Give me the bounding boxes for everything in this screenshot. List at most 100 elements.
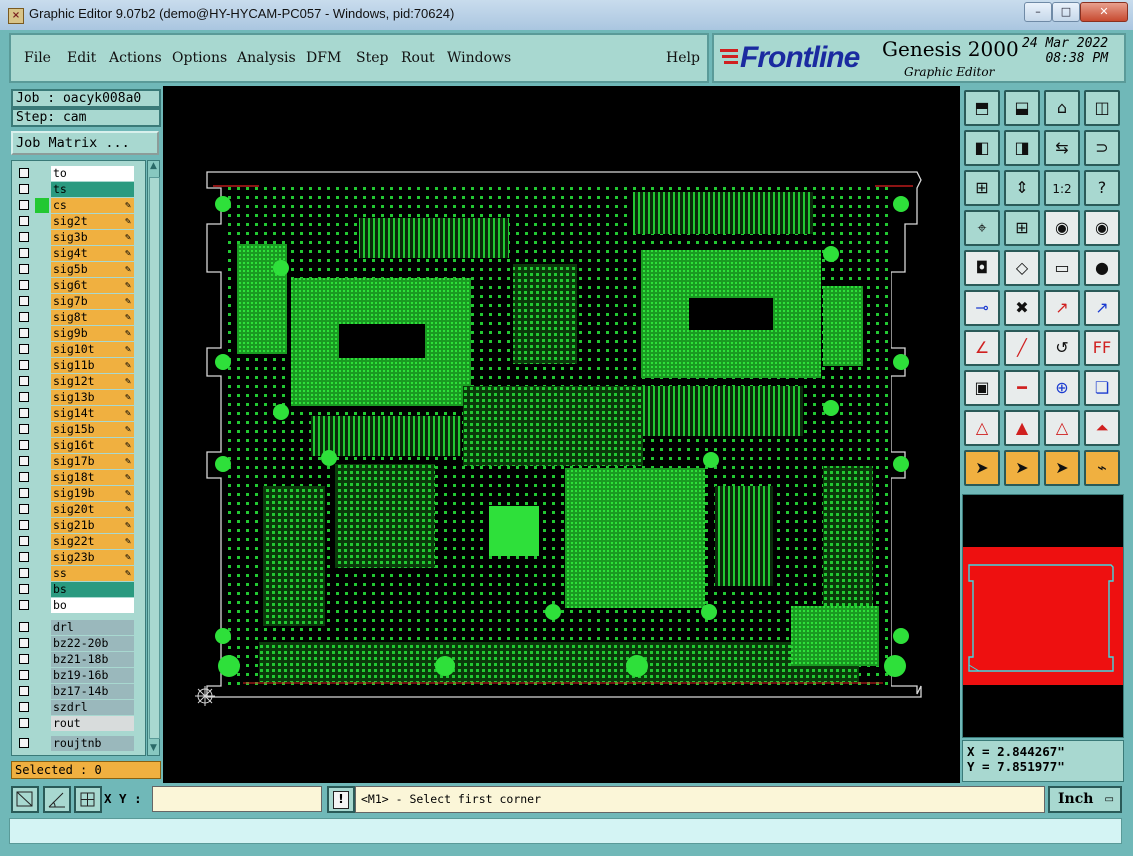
units-dropdown[interactable]: Inch ▭ <box>1048 786 1122 813</box>
line-red-dot-button[interactable]: ↗ <box>1044 290 1080 326</box>
layer-row[interactable]: sig19b ✎ <box>15 486 134 501</box>
layer-name[interactable]: sig8t ✎ <box>51 310 134 325</box>
select-feature-button[interactable]: ◘ <box>964 250 1000 286</box>
zoom-vertical-button[interactable]: ⇕ <box>1004 170 1040 206</box>
layer-checkbox[interactable] <box>19 638 29 648</box>
layer-row[interactable]: bs <box>15 582 134 597</box>
layer-affected-mark[interactable] <box>35 358 49 373</box>
layer-affected-mark[interactable] <box>35 374 49 389</box>
layer-checkbox[interactable] <box>19 264 29 274</box>
layer-checkbox[interactable] <box>19 654 29 664</box>
layer-name[interactable]: sig20t ✎ <box>51 502 134 517</box>
layer-row[interactable]: bz17-14b <box>15 684 134 699</box>
pan-left-button[interactable]: ◧ <box>964 130 1000 166</box>
layer-row[interactable]: sig13b ✎ <box>15 390 134 405</box>
net-right-button[interactable]: ◉ <box>1084 210 1120 246</box>
layer-name[interactable]: sig23b ✎ <box>51 550 134 565</box>
window-layout-button[interactable]: ◫ <box>1084 90 1120 126</box>
grid-view-button[interactable]: ⊞ <box>1004 210 1040 246</box>
layer-checkbox[interactable] <box>19 738 29 748</box>
layer-affected-mark[interactable] <box>35 566 49 581</box>
layer-row[interactable]: sig2t ✎ <box>15 214 134 229</box>
layer-row[interactable]: sig20t ✎ <box>15 502 134 517</box>
menu-rout[interactable]: Rout <box>401 50 435 66</box>
layer-name[interactable]: sig12t ✎ <box>51 374 134 389</box>
xy-input[interactable] <box>152 786 322 812</box>
layer-affected-mark[interactable] <box>35 582 49 597</box>
layer-affected-mark[interactable] <box>35 454 49 469</box>
layer-row[interactable]: sig14t ✎ <box>15 406 134 421</box>
layer-checkbox[interactable] <box>19 552 29 562</box>
layer-row[interactable]: sig15b ✎ <box>15 422 134 437</box>
menu-file[interactable]: File <box>24 50 51 66</box>
layer-row[interactable]: ts <box>15 182 134 197</box>
multi-pad-button[interactable]: ❏ <box>1084 370 1120 406</box>
layer-affected-mark[interactable] <box>35 390 49 405</box>
line-blue-dot-button[interactable]: ↗ <box>1084 290 1120 326</box>
layer-row[interactable]: sig22t ✎ <box>15 534 134 549</box>
layer-row[interactable]: sig12t ✎ <box>15 374 134 389</box>
layer-name[interactable]: szdrl <box>51 700 134 715</box>
layer-checkbox[interactable] <box>19 280 29 290</box>
layer-name[interactable]: sig2t ✎ <box>51 214 134 229</box>
exclaim-button[interactable]: ! <box>327 786 355 813</box>
layer-row[interactable]: sig8t ✎ <box>15 310 134 325</box>
layer-checkbox[interactable] <box>19 328 29 338</box>
layer-name[interactable]: bz21-18b <box>51 652 134 667</box>
layer-name[interactable]: ss ✎ <box>51 566 134 581</box>
layer-affected-mark[interactable] <box>35 736 49 751</box>
layer-row[interactable]: roujtnb <box>15 736 134 751</box>
layer-affected-mark[interactable] <box>35 636 49 651</box>
layer-row[interactable]: sig3b ✎ <box>15 230 134 245</box>
layer-checkbox[interactable] <box>19 622 29 632</box>
slash-button[interactable]: ╱ <box>1004 330 1040 366</box>
layer-name[interactable]: sig3b ✎ <box>51 230 134 245</box>
pointer-select-button[interactable]: ➤ <box>1044 450 1080 486</box>
layer-name[interactable]: sig21b ✎ <box>51 518 134 533</box>
menu-edit[interactable]: Edit <box>67 50 96 66</box>
layer-checkbox[interactable] <box>19 568 29 578</box>
layer-affected-mark[interactable] <box>35 246 49 261</box>
layer-affected-mark[interactable] <box>35 214 49 229</box>
zoom-home-button[interactable]: ⬒ <box>964 90 1000 126</box>
layer-checkbox[interactable] <box>19 686 29 696</box>
layer-name[interactable]: bo <box>51 598 134 613</box>
layer-name[interactable]: sig11b ✎ <box>51 358 134 373</box>
layer-name[interactable]: sig5b ✎ <box>51 262 134 277</box>
layer-row[interactable]: bz22-20b <box>15 636 134 651</box>
layer-affected-mark[interactable] <box>35 278 49 293</box>
layer-row[interactable]: sig9b ✎ <box>15 326 134 341</box>
layer-name[interactable]: sig14t ✎ <box>51 406 134 421</box>
layer-name[interactable]: sig6t ✎ <box>51 278 134 293</box>
maximize-button[interactable]: □ <box>1052 2 1080 22</box>
snap-grid-button[interactable] <box>11 786 39 813</box>
layer-affected-mark[interactable] <box>35 486 49 501</box>
layer-name[interactable]: sig17b ✎ <box>51 454 134 469</box>
layer-name[interactable]: sig16t ✎ <box>51 438 134 453</box>
layer-row[interactable]: sig23b ✎ <box>15 550 134 565</box>
layer-affected-mark[interactable] <box>35 326 49 341</box>
layer-checkbox[interactable] <box>19 216 29 226</box>
layer-affected-mark[interactable] <box>35 668 49 683</box>
layer-row[interactable]: sig7b ✎ <box>15 294 134 309</box>
scroll-up-icon[interactable]: ▲ <box>148 161 159 173</box>
layer-checkbox[interactable] <box>19 248 29 258</box>
pointer-box-button[interactable]: ➤ <box>1004 450 1040 486</box>
layer-row[interactable]: drl <box>15 620 134 635</box>
measure-button[interactable] <box>43 786 71 813</box>
menu-windows[interactable]: Windows <box>447 50 511 66</box>
layer-name[interactable]: sig9b ✎ <box>51 326 134 341</box>
layer-checkbox[interactable] <box>19 472 29 482</box>
layer-row[interactable]: sig10t ✎ <box>15 342 134 357</box>
layer-checkbox[interactable] <box>19 504 29 514</box>
layer-scrollbar[interactable]: ▲ ▼ <box>147 160 160 756</box>
layer-affected-mark[interactable] <box>35 182 49 197</box>
layer-affected-mark[interactable] <box>35 470 49 485</box>
layer-row[interactable]: sig17b ✎ <box>15 454 134 469</box>
menu-options[interactable]: Options <box>172 50 227 66</box>
layer-row[interactable]: bo <box>15 598 134 613</box>
connect-button[interactable]: ⊸ <box>964 290 1000 326</box>
layer-name[interactable]: rout <box>51 716 134 731</box>
layer-affected-mark[interactable] <box>35 422 49 437</box>
layer-checkbox[interactable] <box>19 312 29 322</box>
